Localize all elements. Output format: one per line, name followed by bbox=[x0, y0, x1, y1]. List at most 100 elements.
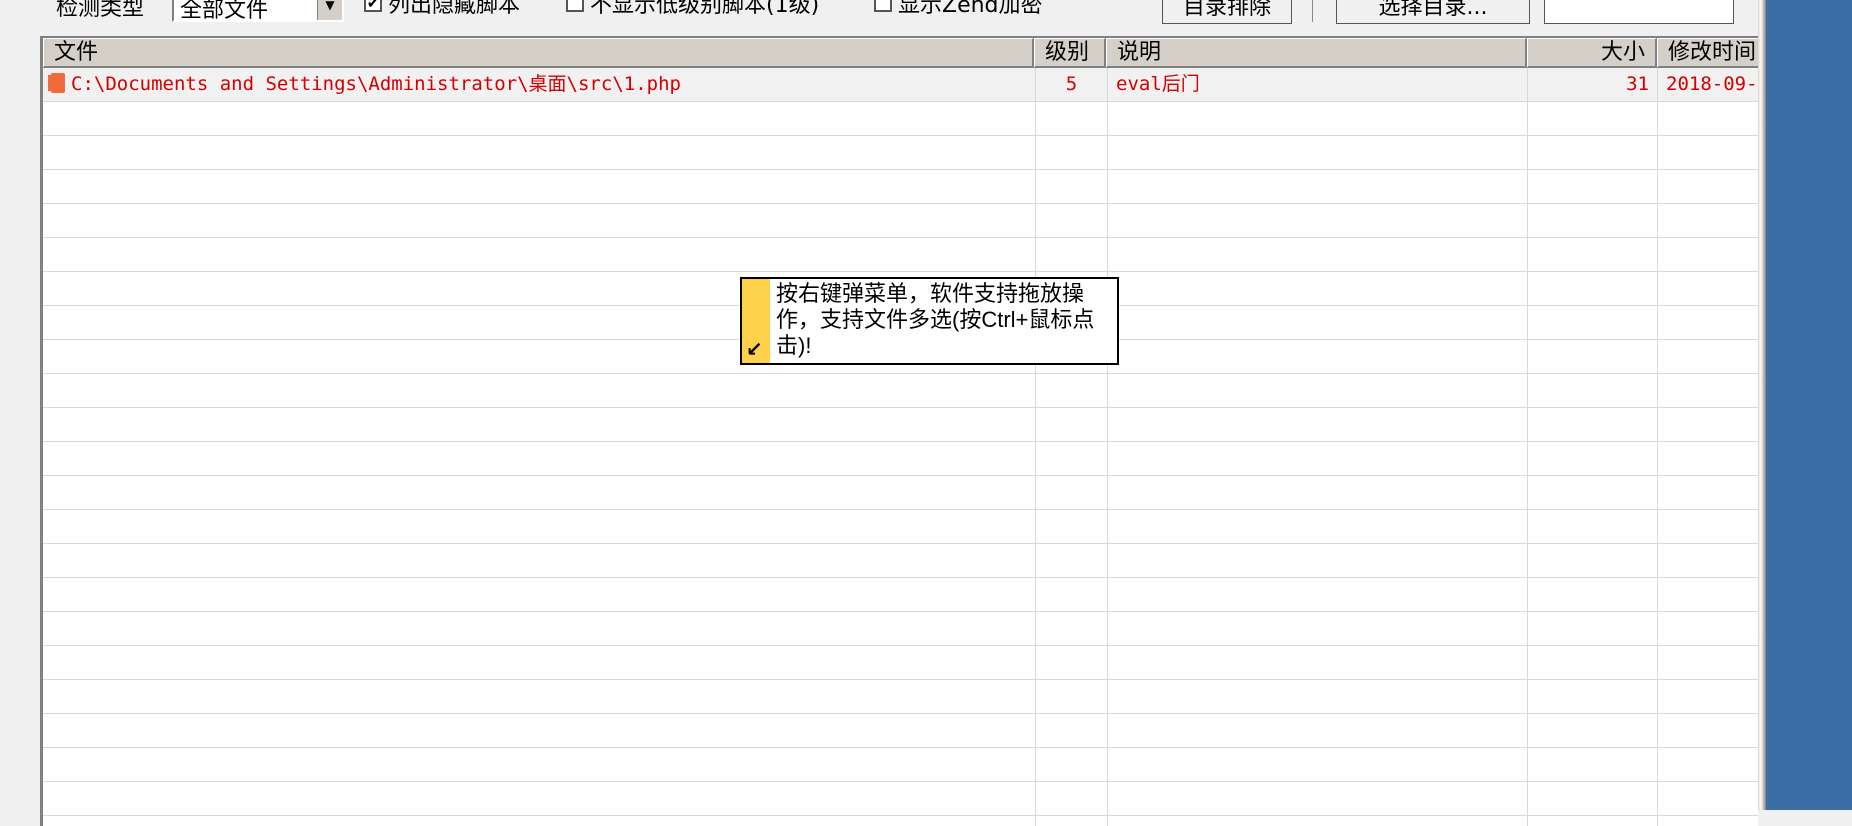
empty-row[interactable] bbox=[43, 816, 1758, 826]
empty-cell bbox=[1036, 204, 1108, 237]
empty-cell bbox=[43, 578, 1036, 611]
empty-cell bbox=[1108, 748, 1528, 781]
empty-cell bbox=[43, 612, 1036, 645]
empty-cell bbox=[1658, 680, 1758, 713]
empty-row[interactable] bbox=[43, 374, 1758, 408]
empty-cell bbox=[1108, 714, 1528, 747]
empty-cell bbox=[1036, 238, 1108, 271]
empty-cell bbox=[1036, 442, 1108, 475]
help-tooltip: ↙ 按右键弹菜单，软件支持拖放操作，支持文件多选(按Ctrl+鼠标点击)! bbox=[740, 277, 1119, 365]
empty-cell bbox=[1528, 476, 1658, 509]
desktop-background bbox=[1766, 0, 1852, 810]
empty-cell bbox=[1036, 136, 1108, 169]
checkbox-unchecked-icon[interactable] bbox=[566, 0, 584, 12]
empty-cell bbox=[43, 782, 1036, 815]
column-header-size[interactable]: 大小 bbox=[1527, 38, 1657, 68]
hide-low-level-checkbox[interactable]: 不显示低级别脚本(1级) bbox=[566, 0, 819, 20]
checkbox-checked-icon[interactable]: ✔ bbox=[364, 0, 382, 12]
select-dir-button[interactable]: 选择目录... bbox=[1336, 0, 1530, 24]
empty-row[interactable] bbox=[43, 408, 1758, 442]
empty-cell bbox=[1108, 578, 1528, 611]
empty-cell bbox=[1658, 612, 1758, 645]
empty-cell bbox=[1658, 442, 1758, 475]
empty-cell bbox=[1528, 374, 1658, 407]
empty-cell bbox=[1108, 782, 1528, 815]
empty-row[interactable] bbox=[43, 680, 1758, 714]
empty-row[interactable] bbox=[43, 544, 1758, 578]
empty-cell bbox=[1108, 136, 1528, 169]
table-row[interactable]: C:\Documents and Settings\Administrator\… bbox=[43, 68, 1758, 102]
empty-cell bbox=[1108, 340, 1528, 373]
empty-cell bbox=[1658, 748, 1758, 781]
empty-cell bbox=[1658, 578, 1758, 611]
empty-cell bbox=[1658, 408, 1758, 441]
empty-cell bbox=[1036, 748, 1108, 781]
empty-cell bbox=[43, 816, 1036, 826]
empty-cell bbox=[43, 408, 1036, 441]
empty-cell bbox=[1036, 646, 1108, 679]
list-hidden-scripts-checkbox[interactable]: ✔ 列出隐藏脚本 bbox=[364, 0, 520, 20]
empty-cell bbox=[43, 442, 1036, 475]
empty-cell bbox=[1658, 816, 1758, 826]
empty-row[interactable] bbox=[43, 782, 1758, 816]
empty-cell bbox=[1528, 544, 1658, 577]
empty-cell bbox=[1658, 544, 1758, 577]
empty-row[interactable] bbox=[43, 170, 1758, 204]
checkbox-label: 不显示低级别脚本(1级) bbox=[590, 0, 820, 18]
empty-row[interactable] bbox=[43, 612, 1758, 646]
empty-cell bbox=[1036, 578, 1108, 611]
checkbox-unchecked-icon[interactable] bbox=[874, 0, 892, 12]
empty-cell bbox=[1036, 374, 1108, 407]
show-zend-checkbox[interactable]: 显示Zend加密 bbox=[874, 0, 1043, 20]
empty-cell bbox=[1658, 306, 1758, 339]
empty-cell bbox=[1108, 680, 1528, 713]
php-file-icon bbox=[48, 73, 65, 93]
empty-cell bbox=[1528, 408, 1658, 441]
empty-cell bbox=[1528, 680, 1658, 713]
empty-cell bbox=[1108, 170, 1528, 203]
empty-cell bbox=[43, 102, 1036, 135]
column-header-level[interactable]: 级别 bbox=[1034, 38, 1106, 68]
empty-cell bbox=[1036, 714, 1108, 747]
empty-cell bbox=[1658, 476, 1758, 509]
empty-cell bbox=[1108, 204, 1528, 237]
empty-row[interactable] bbox=[43, 136, 1758, 170]
empty-cell bbox=[1528, 442, 1658, 475]
empty-cell bbox=[1658, 646, 1758, 679]
empty-cell bbox=[1108, 374, 1528, 407]
empty-cell bbox=[1108, 510, 1528, 543]
empty-cell bbox=[1658, 340, 1758, 373]
empty-row[interactable] bbox=[43, 748, 1758, 782]
empty-cell bbox=[1036, 510, 1108, 543]
modified-cell: 2018-09- bbox=[1658, 68, 1758, 101]
detect-type-select[interactable]: 全部文件 ▼ bbox=[172, 0, 344, 23]
empty-cell bbox=[1528, 578, 1658, 611]
empty-row[interactable] bbox=[43, 578, 1758, 612]
extra-field[interactable] bbox=[1544, 0, 1734, 24]
empty-cell bbox=[1528, 238, 1658, 271]
empty-cell bbox=[1528, 782, 1658, 815]
list-header: 文件 级别 说明 大小 修改时间 bbox=[43, 38, 1758, 68]
empty-cell bbox=[1108, 272, 1528, 305]
empty-row[interactable] bbox=[43, 442, 1758, 476]
empty-row[interactable] bbox=[43, 646, 1758, 680]
empty-row[interactable] bbox=[43, 204, 1758, 238]
empty-cell bbox=[43, 238, 1036, 271]
empty-row[interactable] bbox=[43, 102, 1758, 136]
empty-cell bbox=[1036, 408, 1108, 441]
column-header-modified[interactable]: 修改时间 bbox=[1657, 38, 1758, 68]
exclude-dir-button[interactable]: 目录排除 bbox=[1162, 0, 1292, 24]
column-header-description[interactable]: 说明 bbox=[1106, 38, 1527, 68]
toolbar: 检测类型 全部文件 ▼ ✔ 列出隐藏脚本 不显示低级别脚本(1级) 显示Zend… bbox=[0, 0, 1756, 24]
checkbox-label: 显示Zend加密 bbox=[898, 0, 1043, 18]
empty-row[interactable] bbox=[43, 476, 1758, 510]
tooltip-accent: ↙ bbox=[742, 279, 770, 363]
empty-row[interactable] bbox=[43, 238, 1758, 272]
column-header-file[interactable]: 文件 bbox=[43, 38, 1034, 68]
empty-row[interactable] bbox=[43, 714, 1758, 748]
results-list[interactable]: 文件 级别 说明 大小 修改时间 C:\Documents and Settin… bbox=[40, 36, 1758, 826]
empty-row[interactable] bbox=[43, 510, 1758, 544]
empty-cell bbox=[43, 136, 1036, 169]
empty-cell bbox=[1528, 204, 1658, 237]
chevron-down-icon[interactable]: ▼ bbox=[317, 0, 342, 20]
